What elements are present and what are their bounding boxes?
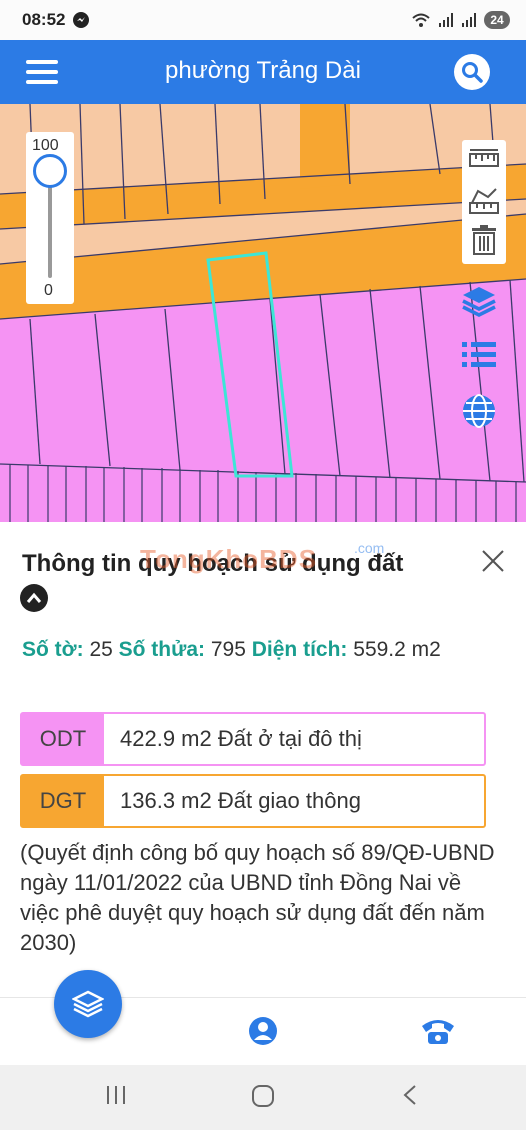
search-button[interactable] <box>454 54 490 90</box>
app-bar: phường Trảng Dài <box>0 40 526 104</box>
profile-button[interactable] <box>248 1016 278 1051</box>
trash-icon <box>472 225 496 255</box>
search-icon <box>462 62 483 83</box>
decision-note: (Quyết định công bố quy hoạch số 89/QĐ-U… <box>20 840 495 955</box>
recent-apps-button[interactable] <box>104 1083 128 1112</box>
map-parcels[interactable] <box>0 104 526 522</box>
recents-icon <box>107 1086 125 1104</box>
app-title: phường Trảng Dài <box>165 57 361 84</box>
chevron-up-icon <box>26 592 42 603</box>
watermark: TongKhoBDS <box>140 544 318 574</box>
map-tools-panel <box>462 140 506 264</box>
battery-badge: 24 <box>484 11 510 29</box>
home-button[interactable] <box>250 1083 276 1114</box>
zone-code: ODT <box>22 714 104 764</box>
measure-area-button[interactable] <box>462 180 506 220</box>
watermark-suffix: .com <box>354 540 385 556</box>
area-value: 559.2 m2 <box>353 638 441 661</box>
status-time: 08:52 <box>22 10 66 29</box>
zone-description: 136.3 m2 Đất giao thông <box>120 788 361 813</box>
ruler-icon <box>469 149 499 167</box>
zoom-knob[interactable] <box>33 154 67 188</box>
phone-icon <box>422 1020 454 1044</box>
layers-icon <box>462 287 496 317</box>
zone-code: DGT <box>22 776 104 826</box>
zoom-slider[interactable]: 100 0 <box>26 132 74 304</box>
signal-icon-2 <box>462 13 476 27</box>
back-icon <box>403 1085 416 1105</box>
measure-distance-button[interactable] <box>462 140 506 180</box>
user-icon <box>249 1017 277 1045</box>
sheet-label: Số tờ: <box>22 638 84 661</box>
call-button[interactable] <box>420 1016 456 1051</box>
list-icon <box>462 342 496 367</box>
area-ruler-icon <box>469 188 499 214</box>
back-button[interactable] <box>400 1083 420 1112</box>
legend-list-button[interactable] <box>460 336 498 374</box>
signal-icon <box>439 13 453 27</box>
collapse-button[interactable] <box>20 584 48 612</box>
system-nav-bar <box>0 1065 526 1130</box>
zone-row-dgt: DGT 136.3 m2 Đất giao thông <box>20 774 486 828</box>
lot-label: Số thửa: <box>118 638 206 661</box>
delete-button[interactable] <box>462 220 506 260</box>
lot-value: 795 <box>210 638 246 661</box>
zone-row-odt: ODT 422.9 m2 Đất ở tại đô thị <box>20 712 486 766</box>
zone-description: 422.9 m2 Đất ở tại đô thị <box>120 726 362 751</box>
layers-fab[interactable] <box>54 970 122 1038</box>
planning-info-panel: Thông tin quy hoạch sử dụng đất TongKhoB… <box>0 522 526 997</box>
sheet-value: 25 <box>89 638 113 661</box>
globe-button[interactable] <box>460 392 498 430</box>
close-icon <box>482 550 504 572</box>
area-label: Diện tích: <box>251 638 348 661</box>
map-view[interactable]: 100 0 <box>0 104 526 522</box>
globe-icon <box>463 394 495 428</box>
wifi-icon <box>412 13 430 27</box>
messenger-icon <box>73 12 90 28</box>
zoom-min-label: 0 <box>44 282 53 299</box>
status-indicators: 24 <box>411 11 510 29</box>
status-bar: 08:52 24 <box>0 0 526 40</box>
layers-icon <box>72 990 104 1018</box>
layers-button[interactable] <box>460 282 498 320</box>
home-icon <box>252 1085 274 1107</box>
close-button[interactable] <box>478 546 508 576</box>
parcel-summary: Số tờ: 25 Số thửa: 795 Diện tích: 559.2 … <box>22 634 492 665</box>
zoom-max-label: 100 <box>32 137 59 154</box>
